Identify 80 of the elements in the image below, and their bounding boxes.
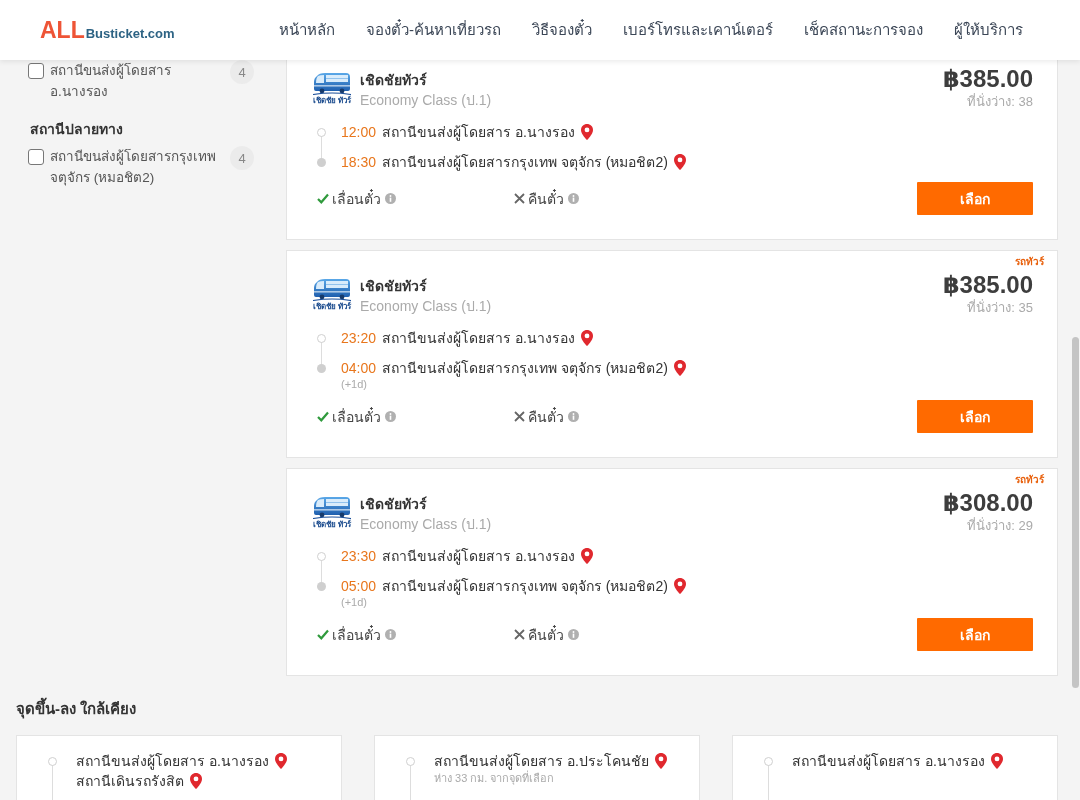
bus-icon bbox=[313, 278, 351, 301]
map-pin-icon[interactable] bbox=[580, 124, 593, 140]
timeline-dot-icon bbox=[316, 551, 326, 561]
nav-link[interactable]: จองตั๋ว-ค้นหาเที่ยวรถ bbox=[366, 18, 501, 42]
station-name: สถานีเดินรถรังสิต bbox=[76, 772, 184, 791]
filter-label: สถานีขนส่งผู้โดยสารกรุงเทพ จตุจักร (หมอชิต2) bbox=[50, 148, 217, 188]
station-name: สถานีขนส่งผู้โดยสาร อ.นางรอง bbox=[382, 547, 575, 567]
feature-label: เลื่อนตั๋ว bbox=[332, 406, 381, 427]
operator-name: เชิดชัยทัวร์ bbox=[360, 71, 428, 90]
filter-label: สถานีขนส่งผู้โดยสาร อ.นางรอง bbox=[50, 62, 172, 101]
checkbox[interactable] bbox=[28, 149, 44, 165]
station-name: สถานีขนส่งผู้โดยสารกรุงเทพ จตุจักร (หมอชิต2) bbox=[382, 577, 668, 597]
bus-icon bbox=[313, 72, 351, 95]
map-pin-icon[interactable] bbox=[580, 330, 593, 346]
bus-class: Economy Class (ป.1) bbox=[360, 91, 492, 110]
price: ฿308.00 bbox=[942, 490, 1033, 516]
station-name: สถานีขนส่งผู้โดยสาร อ.ประโคนชัย bbox=[434, 752, 649, 771]
price: ฿385.00 bbox=[942, 272, 1033, 298]
departure-time: 12:00 bbox=[341, 124, 377, 140]
map-pin-icon[interactable] bbox=[673, 360, 686, 376]
day-offset: (+1d) bbox=[341, 378, 367, 390]
nav-link[interactable]: เช็คสถานะการจอง bbox=[804, 18, 923, 42]
nav-link[interactable]: หน้าหลัก bbox=[279, 18, 335, 42]
timeline-dot-icon bbox=[316, 363, 326, 373]
feature-label: เลื่อนตั๋ว bbox=[332, 188, 381, 209]
bus-type-label: รถทัวร์ bbox=[1015, 255, 1044, 268]
operator-name: เชิดชัยทัวร์ bbox=[360, 495, 428, 514]
timeline-dot-icon bbox=[316, 333, 326, 343]
bus-type-label: รถทัวร์ bbox=[1015, 473, 1044, 486]
nav-link[interactable]: ผู้ให้บริการ bbox=[954, 18, 1023, 42]
map-pin-icon[interactable] bbox=[654, 753, 667, 769]
timeline-dot-icon bbox=[316, 127, 326, 137]
departure-time: 23:30 bbox=[341, 548, 377, 564]
departure-time: 05:00 bbox=[341, 578, 377, 594]
timeline-dot-icon bbox=[405, 756, 415, 766]
station-name: สถานีขนส่งผู้โดยสาร อ.นางรอง bbox=[792, 752, 985, 772]
station-name: สถานีขนส่งผู้โดยสารกรุงเทพ จตุจักร (หมอชิต2) bbox=[382, 359, 668, 379]
map-pin-icon[interactable] bbox=[990, 753, 1003, 769]
price: ฿385.00 bbox=[942, 66, 1033, 92]
map-pin-icon[interactable] bbox=[673, 578, 686, 594]
map-pin-icon[interactable] bbox=[673, 154, 686, 170]
logo-caption: เชิดชัย ทัวร์ bbox=[312, 96, 352, 105]
logo-caption: เชิดชัย ทัวร์ bbox=[312, 302, 352, 311]
distance-note: ห่าง 33 กม. จากจุดที่เลือก bbox=[434, 771, 555, 785]
station-name: สถานีขนส่งผู้โดยสาร อ.นางรอง bbox=[76, 752, 269, 772]
timeline-dot-icon bbox=[763, 756, 773, 766]
timeline-dot-icon bbox=[316, 581, 326, 591]
seats-available: ที่นั่งว่าง: 38 bbox=[966, 94, 1033, 110]
departure-time: 23:20 bbox=[341, 330, 377, 346]
section-title: จุดขึ้น-ลง ใกล้เคียง bbox=[16, 699, 1058, 719]
bus-icon bbox=[313, 496, 351, 519]
departure-time: 04:00 bbox=[341, 360, 377, 376]
feature-label: คืนตั๋ว bbox=[528, 188, 564, 209]
feature-label: คืนตั๋ว bbox=[528, 406, 564, 427]
feature-label: คืนตั๋ว bbox=[528, 624, 564, 645]
map-pin-icon[interactable] bbox=[274, 753, 287, 769]
timeline-dot-icon bbox=[47, 756, 57, 766]
station-name: สถานีขนส่งผู้โดยสาร อ.นางรอง bbox=[382, 123, 575, 143]
site-logo[interactable]: ALLBusticket.com bbox=[40, 16, 175, 44]
count-badge: 4 bbox=[230, 146, 254, 170]
count-badge: 4 bbox=[230, 60, 254, 84]
bus-class: Economy Class (ป.1) bbox=[360, 297, 492, 316]
map-pin-icon[interactable] bbox=[190, 773, 202, 789]
filter-heading: สถานีปลายทาง bbox=[30, 120, 124, 139]
departure-time: 18:30 bbox=[341, 154, 377, 170]
nav-link[interactable]: วิธีจองตั๋ว bbox=[532, 18, 592, 42]
timeline-dot-icon bbox=[316, 157, 326, 167]
seats-available: ที่นั่งว่าง: 29 bbox=[966, 518, 1033, 534]
station-name: สถานีขนส่งผู้โดยสาร อ.นางรอง bbox=[382, 329, 575, 349]
bus-class: Economy Class (ป.1) bbox=[360, 515, 492, 534]
seats-available: ที่นั่งว่าง: 35 bbox=[966, 300, 1033, 316]
feature-label: เลื่อนตั๋ว bbox=[332, 624, 381, 645]
operator-name: เชิดชัยทัวร์ bbox=[360, 277, 428, 296]
logo-caption: เชิดชัย ทัวร์ bbox=[312, 520, 352, 529]
station-name: สถานีขนส่งผู้โดยสารกรุงเทพ จตุจักร (หมอชิต2) bbox=[382, 153, 668, 173]
scrollbar-thumb[interactable] bbox=[1072, 337, 1079, 688]
day-offset: (+1d) bbox=[341, 596, 367, 608]
map-pin-icon[interactable] bbox=[580, 548, 593, 564]
checkbox[interactable] bbox=[28, 63, 44, 79]
nav-link[interactable]: เบอร์โทรและเคาน์เตอร์ bbox=[623, 18, 773, 42]
